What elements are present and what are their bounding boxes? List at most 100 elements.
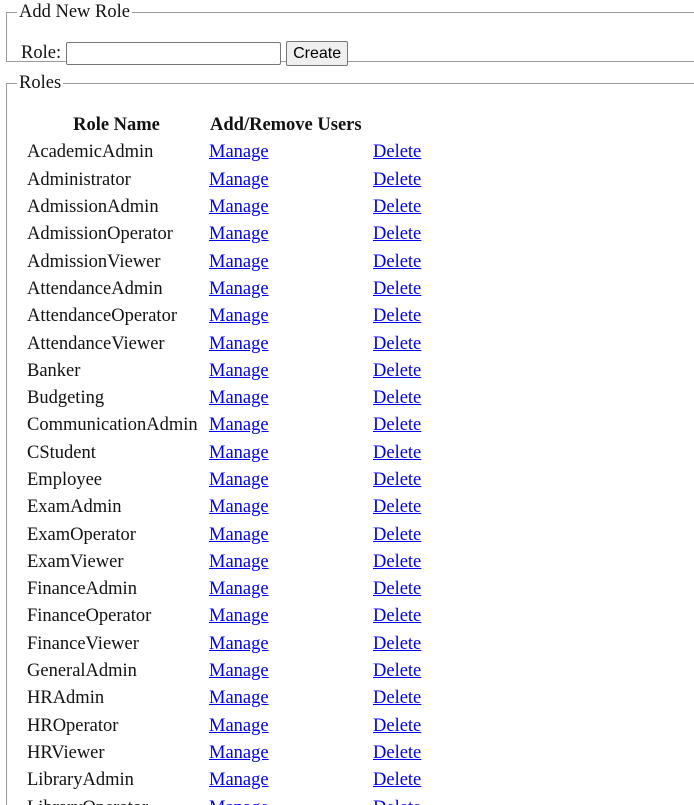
manage-link[interactable]: Manage xyxy=(209,634,269,654)
delete-cell: Delete xyxy=(373,385,453,412)
manage-link[interactable]: Manage xyxy=(209,279,269,299)
manage-link[interactable]: Manage xyxy=(209,798,269,805)
delete-cell: Delete xyxy=(373,330,453,357)
delete-link[interactable]: Delete xyxy=(373,579,421,599)
role-input[interactable] xyxy=(66,42,282,65)
manage-link[interactable]: Manage xyxy=(209,142,269,162)
manage-cell: Manage xyxy=(209,221,373,248)
manage-link[interactable]: Manage xyxy=(209,497,269,517)
manage-link[interactable]: Manage xyxy=(209,606,269,626)
delete-cell: Delete xyxy=(373,494,453,521)
manage-cell: Manage xyxy=(209,167,373,194)
table-row: ExamViewer Manage Delete xyxy=(24,549,453,576)
manage-link[interactable]: Manage xyxy=(209,525,269,545)
manage-link[interactable]: Manage xyxy=(209,334,269,354)
table-row: ExamAdmin Manage Delete xyxy=(24,494,453,521)
roles-table-header: Role Name Add/Remove Users xyxy=(24,112,453,139)
delete-link[interactable]: Delete xyxy=(373,443,421,463)
manage-link[interactable]: Manage xyxy=(209,443,269,463)
create-button[interactable]: Create xyxy=(286,41,349,66)
manage-link[interactable]: Manage xyxy=(209,388,269,408)
delete-link[interactable]: Delete xyxy=(373,525,421,545)
role-name: AttendanceAdmin xyxy=(27,278,163,299)
delete-link[interactable]: Delete xyxy=(373,470,421,490)
delete-cell: Delete xyxy=(373,358,453,385)
manage-cell: Manage xyxy=(209,194,373,221)
role-name: GeneralAdmin xyxy=(27,661,137,682)
manage-link[interactable]: Manage xyxy=(209,470,269,490)
table-row: Budgeting Manage Delete xyxy=(24,385,453,412)
manage-link[interactable]: Manage xyxy=(209,306,269,326)
role-name: AdmissionOperator xyxy=(27,224,173,245)
delete-link[interactable]: Delete xyxy=(373,688,421,708)
delete-link[interactable]: Delete xyxy=(373,388,421,408)
delete-cell: Delete xyxy=(373,767,453,794)
manage-link[interactable]: Manage xyxy=(209,743,269,763)
table-row: AcademicAdmin Manage Delete xyxy=(24,139,453,166)
delete-cell: Delete xyxy=(373,713,453,740)
delete-link[interactable]: Delete xyxy=(373,306,421,326)
manage-link[interactable]: Manage xyxy=(209,579,269,599)
role-name-header: Role Name xyxy=(73,115,160,136)
role-name: ExamAdmin xyxy=(27,497,122,518)
table-row: HRAdmin Manage Delete xyxy=(24,685,453,712)
delete-link[interactable]: Delete xyxy=(373,142,421,162)
roles-group: Roles Role Name Add/Remove Users Academi… xyxy=(6,74,694,805)
delete-header xyxy=(373,112,453,139)
delete-link[interactable]: Delete xyxy=(373,252,421,272)
manage-link[interactable]: Manage xyxy=(209,361,269,381)
role-name: HRAdmin xyxy=(27,688,105,709)
role-name: Employee xyxy=(27,470,103,490)
delete-link[interactable]: Delete xyxy=(373,661,421,681)
delete-link[interactable]: Delete xyxy=(373,334,421,354)
table-row: AdmissionOperator Manage Delete xyxy=(24,221,453,248)
manage-link[interactable]: Manage xyxy=(209,224,269,244)
manage-link[interactable]: Manage xyxy=(209,197,269,217)
delete-link[interactable]: Delete xyxy=(373,197,421,217)
delete-link[interactable]: Delete xyxy=(373,770,421,790)
manage-link[interactable]: Manage xyxy=(209,415,269,435)
role-name: AttendanceOperator xyxy=(27,306,177,327)
manage-link[interactable]: Manage xyxy=(209,661,269,681)
manage-link[interactable]: Manage xyxy=(209,552,269,572)
role-name: AdmissionViewer xyxy=(27,251,161,272)
delete-cell: Delete xyxy=(373,794,453,805)
manage-cell: Manage xyxy=(209,740,373,767)
manage-link[interactable]: Manage xyxy=(209,770,269,790)
delete-link[interactable]: Delete xyxy=(373,279,421,299)
delete-link[interactable]: Delete xyxy=(373,798,421,805)
manage-link[interactable]: Manage xyxy=(209,716,269,736)
delete-link[interactable]: Delete xyxy=(373,634,421,654)
delete-link[interactable]: Delete xyxy=(373,170,421,190)
delete-link[interactable]: Delete xyxy=(373,552,421,572)
role-name: Banker xyxy=(27,360,81,381)
table-row: AdmissionAdmin Manage Delete xyxy=(24,194,453,221)
table-row: Administrator Manage Delete xyxy=(24,167,453,194)
delete-link[interactable]: Delete xyxy=(373,606,421,626)
role-name: FinanceViewer xyxy=(27,633,139,654)
delete-link[interactable]: Delete xyxy=(373,415,421,435)
delete-cell: Delete xyxy=(373,549,453,576)
users-header: Add/Remove Users xyxy=(210,115,362,136)
manage-link[interactable]: Manage xyxy=(209,688,269,708)
table-row: FinanceAdmin Manage Delete xyxy=(24,576,453,603)
role-name: AcademicAdmin xyxy=(27,142,154,163)
role-name: ExamViewer xyxy=(27,551,124,572)
delete-link[interactable]: Delete xyxy=(373,497,421,517)
table-row: AdmissionViewer Manage Delete xyxy=(24,248,453,275)
manage-link[interactable]: Manage xyxy=(209,252,269,272)
table-row: AttendanceViewer Manage Delete xyxy=(24,330,453,357)
manage-cell: Manage xyxy=(209,521,373,548)
delete-link[interactable]: Delete xyxy=(373,716,421,736)
manage-cell: Manage xyxy=(209,658,373,685)
manage-link[interactable]: Manage xyxy=(209,170,269,190)
role-name: AdmissionAdmin xyxy=(27,197,159,218)
role-name: FinanceOperator xyxy=(27,606,152,627)
table-row: Banker Manage Delete xyxy=(24,358,453,385)
delete-link[interactable]: Delete xyxy=(373,361,421,381)
delete-link[interactable]: Delete xyxy=(373,224,421,244)
table-row: ExamOperator Manage Delete xyxy=(24,521,453,548)
delete-link[interactable]: Delete xyxy=(373,743,421,763)
manage-cell: Manage xyxy=(209,767,373,794)
table-row: LibraryAdmin Manage Delete xyxy=(24,767,453,794)
